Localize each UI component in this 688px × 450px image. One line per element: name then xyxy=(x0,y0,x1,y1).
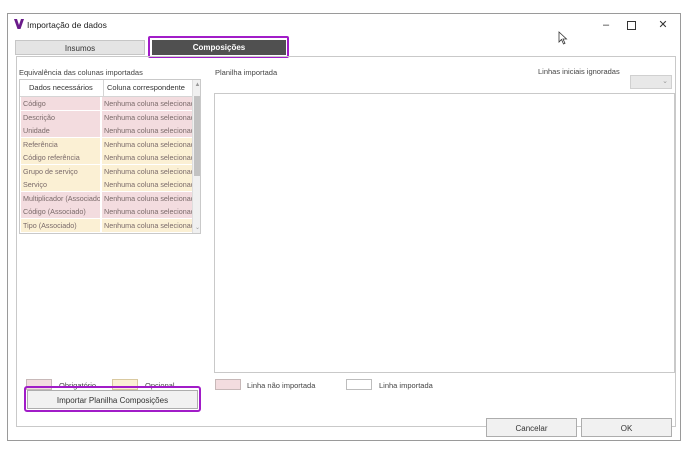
table-row[interactable]: Grupo de serviço Nenhuma coluna seleciona… xyxy=(20,164,192,178)
field-name-cell: Serviço xyxy=(21,178,101,191)
sheet-section-label: Planilha importada xyxy=(215,68,278,77)
tab-insumos[interactable]: Insumos xyxy=(15,40,145,55)
ignored-lines-label: Linhas iniciais ignoradas xyxy=(538,67,620,76)
title-bar: Importação de dados – ✕ xyxy=(8,14,680,36)
tab-panel: Equivalência das colunas importadas Dado… xyxy=(16,56,676,427)
column-select-cell[interactable]: Nenhuma coluna selecionada xyxy=(102,110,192,124)
field-name-cell: Descrição xyxy=(21,110,101,124)
column-select-cell[interactable]: Nenhuma coluna selecionada xyxy=(102,124,192,137)
not-imported-legend-label: Linha não importada xyxy=(247,381,316,390)
table-row[interactable]: Serviço Nenhuma coluna selecionada xyxy=(20,178,192,191)
grid-scrollbar[interactable]: ▲ ⌄ xyxy=(192,80,200,233)
field-name-cell: Referência xyxy=(21,137,101,151)
field-name-cell: Multiplicador (Associado) xyxy=(21,191,101,205)
column-select-cell[interactable]: Nenhuma coluna selecionada xyxy=(102,191,192,205)
table-row[interactable]: Tipo (Associado) Nenhuma coluna seleciona… xyxy=(20,218,192,232)
ignored-lines-select[interactable]: ⌄ xyxy=(630,75,672,89)
field-name-cell: Código (Associado) xyxy=(21,205,101,218)
column-select-cell[interactable]: Nenhuma coluna selecionada xyxy=(102,97,192,110)
close-button[interactable]: ✕ xyxy=(648,17,678,33)
column-select-cell[interactable]: Nenhuma coluna selecionada xyxy=(102,178,192,191)
column-select-cell[interactable]: Nenhuma coluna selecionada xyxy=(102,151,192,164)
mouse-cursor-icon xyxy=(558,31,568,45)
mapping-section-label: Equivalência das colunas importadas xyxy=(19,68,143,77)
field-name-cell: Código xyxy=(21,97,101,110)
table-row[interactable]: Unidade Nenhuma coluna selecionada xyxy=(20,124,192,137)
minimize-icon: – xyxy=(602,19,610,31)
table-row[interactable]: Descrição Nenhuma coluna selecionada xyxy=(20,110,192,124)
table-row[interactable]: Código (Associado) Nenhuma coluna selecio… xyxy=(20,205,192,218)
table-row[interactable]: Código referência Nenhuma coluna selecion… xyxy=(20,151,192,164)
grid-header: Dados necessários Coluna correspondente xyxy=(20,80,192,97)
ok-button[interactable]: OK xyxy=(581,418,672,437)
imported-legend-label: Linha importada xyxy=(379,381,433,390)
scroll-up-icon[interactable]: ▲ xyxy=(193,80,200,90)
dropdown-arrow-icon: ⌄ xyxy=(662,78,668,85)
tab-composicoes[interactable]: Composições xyxy=(152,40,286,55)
imported-swatch xyxy=(346,379,372,390)
field-name-cell: Unidade xyxy=(21,124,101,137)
column-select-cell[interactable]: Nenhuma coluna selecionada xyxy=(102,205,192,218)
close-icon: ✕ xyxy=(658,19,668,31)
maximize-button[interactable] xyxy=(616,17,646,33)
scrollbar-thumb[interactable] xyxy=(194,96,200,176)
grid-header-columns: Coluna correspondente xyxy=(103,80,192,96)
grid-header-fields: Dados necessários xyxy=(29,83,93,92)
field-name-cell: Código referência xyxy=(21,151,101,164)
app-logo-icon xyxy=(14,19,24,29)
field-name-cell: Grupo de serviço xyxy=(21,164,101,178)
scroll-down-icon[interactable]: ⌄ xyxy=(193,223,200,233)
mapping-grid: Dados necessários Coluna correspondente … xyxy=(19,79,201,234)
not-imported-swatch xyxy=(215,379,241,390)
maximize-icon xyxy=(626,20,636,30)
window-title: Importação de dados xyxy=(27,20,107,30)
table-row[interactable]: Código Nenhuma coluna selecionada xyxy=(20,97,192,110)
import-sheet-button[interactable]: Importar Planilha Composições xyxy=(27,390,198,409)
column-select-cell[interactable]: Nenhuma coluna selecionada xyxy=(102,137,192,151)
table-row[interactable]: Referência Nenhuma coluna selecionada xyxy=(20,137,192,151)
column-select-cell[interactable]: Nenhuma coluna selecionada xyxy=(102,164,192,178)
table-row[interactable]: Multiplicador (Associado) Nenhuma coluna … xyxy=(20,191,192,205)
import-dialog: Importação de dados – ✕ Insumos Composiç… xyxy=(7,13,681,441)
cancel-button[interactable]: Cancelar xyxy=(486,418,577,437)
column-select-cell[interactable]: Nenhuma coluna selecionada xyxy=(102,218,192,232)
imported-sheet-area[interactable] xyxy=(214,93,675,373)
field-name-cell: Tipo (Associado) xyxy=(21,218,101,232)
